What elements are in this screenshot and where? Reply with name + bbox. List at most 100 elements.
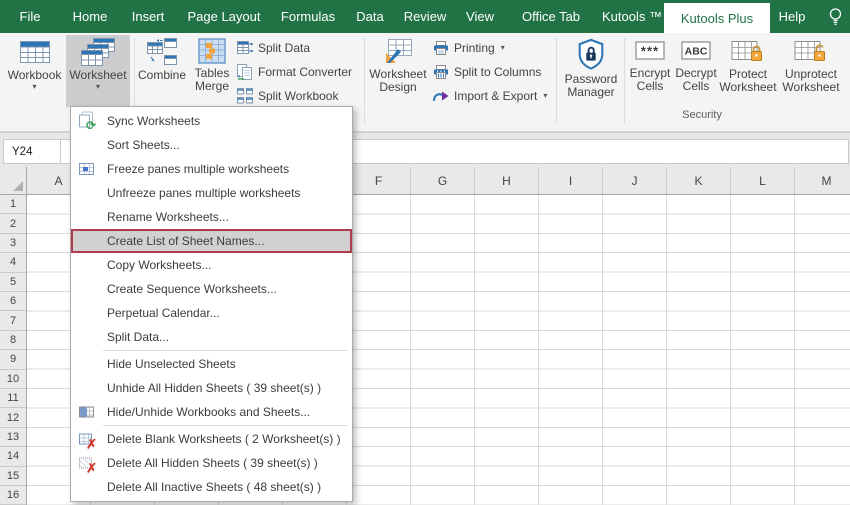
menu-item-label: Freeze panes multiple worksheets: [107, 162, 290, 176]
printing-icon: [434, 41, 448, 55]
tab-kutools-plus[interactable]: Kutools Plus: [664, 3, 770, 33]
tab-formulas[interactable]: Formulas: [272, 0, 344, 33]
printing-button[interactable]: Printing ▾: [432, 37, 505, 59]
split-workbook-label: Split Workbook: [258, 89, 339, 103]
row-header-7[interactable]: 7: [0, 311, 26, 331]
menu-item-label: Create Sequence Worksheets...: [107, 282, 277, 296]
menu-item-hide-unhide-workbooks-and-sheets[interactable]: Hide/Unhide Workbooks and Sheets...: [71, 400, 352, 424]
row-header-3[interactable]: 3: [0, 234, 26, 254]
tab-kutools[interactable]: Kutools ™: [594, 0, 670, 33]
menu-item-perpetual-calendar[interactable]: Perpetual Calendar...: [71, 301, 352, 325]
unprotect-worksheet-button[interactable]: Unprotect Worksheet: [777, 35, 845, 107]
row-header-16[interactable]: 16: [0, 486, 26, 505]
tab-home[interactable]: Home: [64, 0, 116, 33]
menu-item-delete-blank-worksheets-2-worksheet-s[interactable]: Delete Blank Worksheets ( 2 Worksheet(s)…: [71, 427, 352, 451]
row-header-5[interactable]: 5: [0, 273, 26, 292]
menu-item-label: Split Data...: [107, 330, 170, 344]
combine-label: Combine: [137, 68, 187, 82]
decrypt-cells-icon: ABC: [681, 41, 711, 60]
worksheet-button[interactable]: Worksheet ▾: [66, 35, 130, 107]
tab-view[interactable]: View: [456, 0, 504, 33]
split-to-columns-button[interactable]: Split to Columns: [432, 61, 541, 83]
column-header-K[interactable]: K: [667, 167, 731, 194]
row-header-4[interactable]: 4: [0, 253, 26, 273]
menu-item-freeze-panes-multiple-worksheets[interactable]: Freeze panes multiple worksheets: [71, 157, 352, 181]
row-header-10[interactable]: 10: [0, 370, 26, 389]
tables-merge-button[interactable]: Tables Merge: [189, 35, 235, 107]
password-manager-button[interactable]: Password Manager: [560, 35, 622, 107]
column-header-M[interactable]: M: [795, 167, 850, 194]
tab-review[interactable]: Review: [396, 0, 454, 33]
menu-item-rename-worksheets[interactable]: Rename Worksheets...: [71, 205, 352, 229]
import-export-label: Import & Export: [454, 89, 538, 103]
decrypt-cells-button[interactable]: ABC Decrypt Cells: [673, 35, 719, 107]
menu-item-label: Hide/Unhide Workbooks and Sheets...: [107, 405, 311, 419]
protect-worksheet-button[interactable]: Protect Worksheet: [719, 35, 777, 107]
menu-item-label: Perpetual Calendar...: [107, 306, 220, 320]
dropdown-caret-icon: ▾: [500, 43, 505, 52]
menu-item-sort-sheets[interactable]: Sort Sheets...: [71, 133, 352, 157]
tab-office-tab[interactable]: Office Tab: [512, 0, 590, 33]
row-header-2[interactable]: 2: [0, 214, 26, 234]
menu-item-delete-all-inactive-sheets-48-sheet-s[interactable]: Delete All Inactive Sheets ( 48 sheet(s)…: [71, 475, 352, 499]
tell-me-bulb-icon[interactable]: [827, 7, 844, 26]
delete-hidden-icon: [79, 457, 97, 475]
menu-item-hide-unselected-sheets[interactable]: Hide Unselected Sheets: [71, 352, 352, 376]
group-separator: [364, 38, 365, 124]
column-header-G[interactable]: G: [411, 167, 475, 194]
svg-text:ABC: ABC: [685, 46, 708, 58]
split-workbook-button[interactable]: Split Workbook: [236, 85, 338, 107]
dropdown-caret-icon: ▾: [543, 91, 548, 100]
sync-worksheets-icon: [79, 114, 96, 132]
worksheet-design-button[interactable]: Worksheet Design: [368, 35, 428, 107]
combine-button[interactable]: Combine: [136, 35, 188, 107]
column-header-H[interactable]: H: [475, 167, 539, 194]
menu-item-label: Sort Sheets...: [107, 138, 180, 152]
menu-item-unhide-all-hidden-sheets-39-sheet-s[interactable]: Unhide All Hidden Sheets ( 39 sheet(s) ): [71, 376, 352, 400]
menu-item-label: Hide Unselected Sheets: [107, 357, 236, 371]
row-header-14[interactable]: 14: [0, 447, 26, 467]
worksheet-design-label: Worksheet Design: [369, 67, 427, 94]
tab-page-layout[interactable]: Page Layout: [180, 0, 268, 33]
menu-item-unfreeze-panes-multiple-worksheets[interactable]: Unfreeze panes multiple worksheets: [71, 181, 352, 205]
format-converter-button[interactable]: Format Converter: [236, 61, 352, 83]
worksheet-label: Worksheet: [69, 68, 127, 82]
encrypt-cells-button[interactable]: *** Encrypt Cells: [627, 35, 673, 107]
menu-item-label: Delete Blank Worksheets ( 2 Worksheet(s)…: [107, 432, 341, 446]
printing-label: Printing: [454, 41, 495, 55]
menu-item-copy-worksheets[interactable]: Copy Worksheets...: [71, 253, 352, 277]
row-header-1[interactable]: 1: [0, 195, 26, 215]
select-all-corner[interactable]: [0, 167, 27, 194]
row-header-6[interactable]: 6: [0, 292, 26, 312]
menu-item-create-sequence-worksheets[interactable]: Create Sequence Worksheets...: [71, 277, 352, 301]
column-header-J[interactable]: J: [603, 167, 667, 194]
menu-item-label: Delete All Hidden Sheets ( 39 sheet(s) ): [107, 456, 318, 470]
menu-item-split-data[interactable]: Split Data...: [71, 325, 352, 349]
name-box[interactable]: Y24: [4, 140, 61, 163]
row-headers: 1 2 3 4 5 6 7 8 9 10 11 12 13 14 15 16: [0, 195, 27, 505]
tab-insert[interactable]: Insert: [121, 0, 175, 33]
hide-unhide-icon: [79, 406, 94, 418]
workbook-button[interactable]: Workbook ▾: [6, 35, 63, 107]
row-header-11[interactable]: 11: [0, 389, 26, 409]
format-converter-icon: [237, 64, 252, 81]
tab-data[interactable]: Data: [348, 0, 392, 33]
row-header-8[interactable]: 8: [0, 331, 26, 351]
excel-window: File Home Insert Page Layout Formulas Data Rev…: [0, 0, 850, 505]
import-export-button[interactable]: Import & Export ▾: [432, 85, 547, 107]
menu-item-label: Delete All Inactive Sheets ( 48 sheet(s)…: [107, 480, 322, 494]
tab-file[interactable]: File: [8, 0, 52, 33]
tab-help[interactable]: Help: [770, 0, 814, 33]
row-header-15[interactable]: 15: [0, 467, 26, 486]
menu-item-create-list-of-sheet-names[interactable]: Create List of Sheet Names...: [71, 229, 352, 253]
row-header-9[interactable]: 9: [0, 350, 26, 370]
column-header-F[interactable]: F: [347, 167, 411, 194]
split-data-button[interactable]: Split Data: [236, 37, 310, 59]
menu-item-sync-worksheets[interactable]: Sync Worksheets: [71, 109, 352, 133]
menu-item-delete-all-hidden-sheets-39-sheet-s[interactable]: Delete All Hidden Sheets ( 39 sheet(s) ): [71, 451, 352, 475]
row-header-13[interactable]: 13: [0, 428, 26, 448]
format-converter-label: Format Converter: [258, 65, 353, 79]
column-header-L[interactable]: L: [731, 167, 795, 194]
row-header-12[interactable]: 12: [0, 408, 26, 428]
column-header-I[interactable]: I: [539, 167, 603, 194]
